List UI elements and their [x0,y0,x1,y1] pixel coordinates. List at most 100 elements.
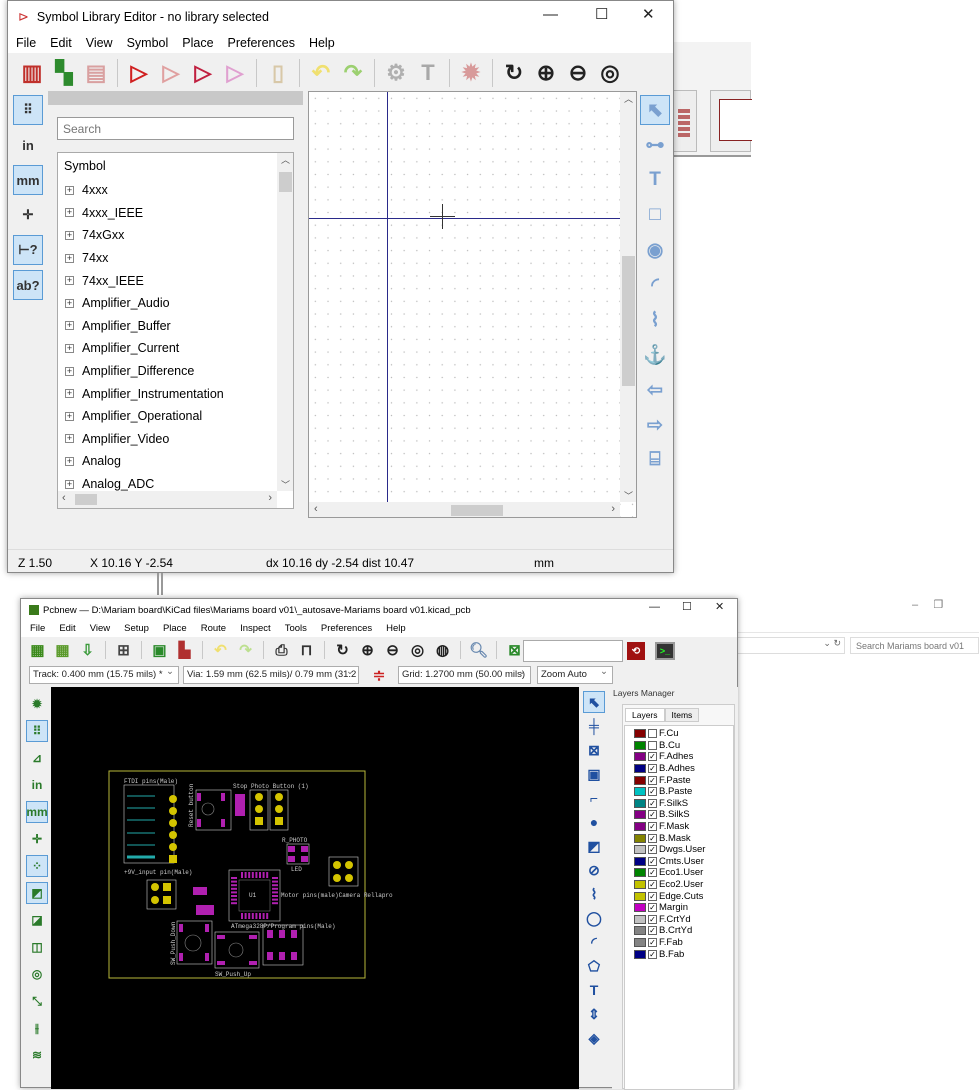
layer-color-swatch[interactable] [634,845,646,855]
units-mm-icon[interactable]: mm [13,165,43,195]
layer-visibility-checkbox[interactable]: ✓ [648,937,657,947]
explorer-address-bar[interactable]: ⌄ ↻ [737,637,845,654]
layer-visibility-checkbox[interactable]: ✓ [648,914,657,924]
layer-visibility-checkbox[interactable]: ✓ [648,787,657,797]
grid-icon[interactable]: ⠿ [26,720,48,742]
expand-icon[interactable]: + [65,208,74,218]
menu-symbol[interactable]: Symbol [120,33,176,53]
layer-color-swatch[interactable] [634,822,646,832]
canvas-vertical-scrollbar[interactable]: ︿ ﹀ [620,92,636,502]
layer-visibility-checkbox[interactable]: ✓ [648,810,657,820]
layer-color-swatch[interactable] [634,752,646,762]
library-item[interactable]: +74xx_IEEE [58,269,276,292]
layer-row[interactable]: ✓ Eco1.User [634,867,733,879]
scroll-down-icon[interactable]: ﹀ [277,478,293,491]
add-circle-icon[interactable]: ◉ [640,235,670,265]
paste-icon[interactable]: ▯ [264,59,292,87]
layer-color-swatch[interactable] [634,740,646,750]
layer-color-swatch[interactable] [634,926,646,936]
save-library-icon[interactable]: ▤ [82,59,110,87]
select-arrow-icon[interactable]: ⬉ [640,95,670,125]
scroll-thumb[interactable] [279,172,292,192]
expand-icon[interactable]: + [65,343,74,353]
anchor-icon[interactable]: ⚓ [640,340,670,370]
page-settings-icon[interactable]: ⊞ [113,640,134,661]
close-button[interactable]: ✕ [642,5,655,23]
menu-edit[interactable]: Edit [43,33,79,53]
layer-row[interactable]: ✓ Eco2.User [634,879,733,891]
import-symbol-icon[interactable]: ▷ [189,59,217,87]
local-ratsnest-icon[interactable]: ⊠ [583,739,605,761]
layer-name[interactable]: Edge.Cuts [659,891,703,902]
zone-outline-icon[interactable]: ◪ [26,909,48,931]
menu-file[interactable]: File [9,33,43,53]
library-item[interactable]: + Amplifier_Buffer [58,315,276,338]
zone-hide-icon[interactable]: ◫ [26,936,48,958]
scroll-right-icon[interactable]: › [611,503,615,515]
drc-marker-icon[interactable]: ✹ [26,693,48,715]
cursor-crosshair-icon[interactable]: ✛ [13,200,43,230]
layer-row[interactable]: B.Cu [634,740,733,752]
layer-row[interactable]: ✓ B.Fab [634,948,733,960]
layer-color-swatch[interactable] [634,810,646,820]
library-item[interactable]: + Amplifier_Audio [58,292,276,315]
units-inch-icon[interactable]: in [26,774,48,796]
layer-name[interactable]: F.CrtYd [659,914,691,925]
import-graphics-icon[interactable]: ⇦ [640,375,670,405]
new-symbol-icon[interactable]: ▷ [125,59,153,87]
zoom-fit-icon[interactable]: ◎ [596,59,624,87]
expand-icon[interactable]: + [65,479,74,489]
undo-icon[interactable]: ↶ [307,59,335,87]
settings-gear-icon[interactable]: ⚙ [382,59,410,87]
target-icon[interactable]: ◈ [583,1027,605,1049]
library-item[interactable]: +74xx [58,247,276,270]
add-text-on-board-icon[interactable]: ⟲ [627,642,645,660]
add-arc-icon[interactable]: ◜ [583,931,605,953]
pin-show-icon[interactable]: ⊢? [13,235,43,265]
menu-help[interactable]: Help [302,33,342,53]
pad-sketch-icon[interactable]: ◎ [26,963,48,985]
layer-visibility-checkbox[interactable]: ✓ [648,798,657,808]
layer-name[interactable]: Eco1.User [659,867,703,878]
layer-name[interactable]: Eco2.User [659,879,703,890]
open-board-icon[interactable]: ▦ [52,640,73,661]
refresh-icon[interactable]: ↻ [833,638,841,648]
new-library-icon[interactable]: ▚ [50,59,78,87]
layer-name[interactable]: Margin [659,902,688,913]
route-track-icon[interactable]: ⌐ [583,787,605,809]
expand-icon[interactable]: + [65,253,74,263]
layer-visibility-checkbox[interactable]: ✓ [648,868,657,878]
layer-visibility-checkbox[interactable]: ✓ [648,856,657,866]
zone-fill-icon[interactable]: ◩ [26,882,48,904]
menu-file[interactable]: File [23,621,52,637]
net-highlight-input[interactable] [523,640,623,662]
menu-place[interactable]: Place [175,33,220,53]
layer-color-swatch[interactable] [634,856,646,866]
layer-row[interactable]: ✓ F.Adhes [634,751,733,763]
layer-visibility-checkbox[interactable]: ✓ [648,822,657,832]
layer-row[interactable]: ✓ F.Mask [634,821,733,833]
layer-name[interactable]: B.Mask [659,833,691,844]
expand-icon[interactable]: + [65,321,74,331]
menu-view[interactable]: View [79,33,120,53]
symbol-canvas[interactable]: ︿ ﹀ ‹ › [308,91,637,518]
netlist-icon[interactable]: ⊠ [504,640,525,661]
scroll-thumb[interactable] [451,505,503,516]
layer-name[interactable]: F.Paste [659,775,691,786]
layer-color-swatch[interactable] [634,729,646,739]
layer-name[interactable]: F.Cu [659,728,679,739]
layer-row[interactable]: ✓ B.CrtYd [634,925,733,937]
refresh-icon[interactable]: ↻ [500,59,528,87]
footprint-viewer-icon[interactable]: ▙ [174,640,195,661]
add-zone-icon[interactable]: ◩ [583,835,605,857]
layer-row[interactable]: ✓ F.Fab [634,937,733,949]
explorer-search-input[interactable]: Search Mariams board v01 [850,637,979,654]
layer-visibility-checkbox[interactable]: ✓ [648,926,657,936]
units-mm-icon[interactable]: mm [26,801,48,823]
expand-icon[interactable]: + [65,366,74,376]
layer-visibility-checkbox[interactable]: ✓ [648,775,657,785]
add-footprint-icon[interactable]: ▣ [583,763,605,785]
layer-visibility-checkbox[interactable]: ✓ [648,752,657,762]
layer-visibility-checkbox[interactable] [648,740,657,750]
auto-track-width-icon[interactable]: ≑ [369,665,389,685]
